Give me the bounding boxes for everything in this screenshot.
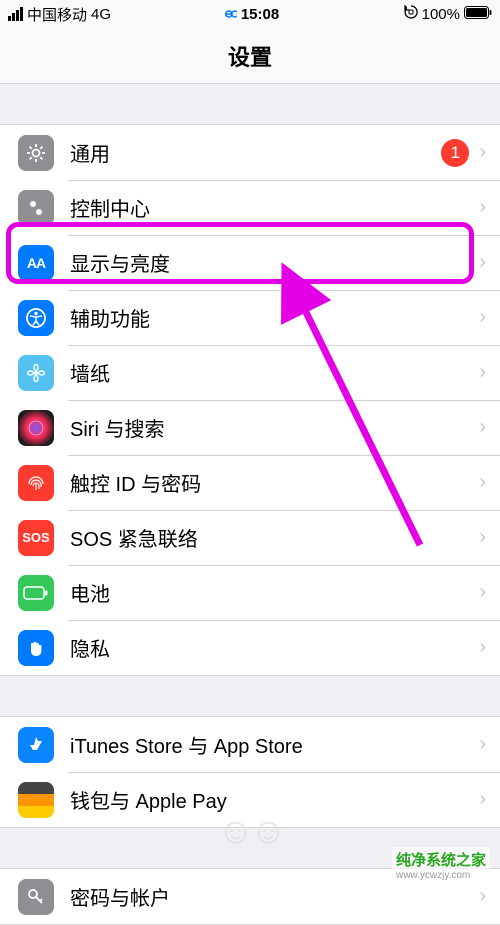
sos-icon: SOS — [18, 520, 54, 556]
gear-icon — [18, 135, 54, 171]
key-icon — [18, 879, 54, 915]
text-size-icon: AA — [18, 245, 54, 281]
watermark: 纯净系统之家 www.ycwzjy.com — [392, 847, 490, 883]
row-label: 墙纸 — [70, 358, 479, 387]
watermark-faces-icon: ☺☺ — [217, 810, 283, 852]
accessibility-icon — [18, 300, 54, 336]
row-touchid-passcode[interactable]: 触控 ID 与密码 › — [0, 455, 500, 510]
carrier-label: 中国移动 — [27, 4, 87, 25]
row-label: 触控 ID 与密码 — [70, 468, 479, 497]
chevron-right-icon: › — [479, 581, 486, 604]
status-left: 中国移动 4G — [8, 4, 111, 25]
time-label: 15:08 — [241, 6, 279, 23]
fingerprint-icon — [18, 465, 54, 501]
row-label: 通用 — [70, 138, 441, 167]
row-label: 密码与帐户 — [70, 882, 479, 911]
watermark-url: www.ycwzjy.com — [396, 870, 486, 881]
chevron-right-icon: › — [479, 526, 486, 549]
signal-icon — [8, 7, 23, 21]
row-accessibility[interactable]: 辅助功能 › — [0, 290, 500, 345]
row-label: iTunes Store 与 App Store — [70, 730, 479, 759]
row-label: 隐私 — [70, 633, 479, 662]
row-label: 电池 — [70, 578, 479, 607]
nav-header: 设置 — [0, 28, 500, 84]
network-label: 4G — [91, 6, 111, 23]
chevron-right-icon: › — [479, 416, 486, 439]
row-general[interactable]: 通用 1 › — [0, 125, 500, 180]
row-label: Siri 与搜索 — [70, 413, 479, 442]
row-display-brightness[interactable]: AA 显示与亮度 › — [0, 235, 500, 290]
flower-icon — [18, 355, 54, 391]
sliders-icon — [18, 190, 54, 226]
chevron-right-icon: › — [479, 788, 486, 811]
orientation-lock-icon — [404, 5, 418, 23]
settings-group-1: 通用 1 › 控制中心 › AA 显示与亮度 › 辅助功能 › 墙纸 › Sir… — [0, 124, 500, 676]
row-wallpaper[interactable]: 墙纸 › — [0, 345, 500, 400]
row-privacy[interactable]: 隐私 › — [0, 620, 500, 675]
group-spacer — [0, 676, 500, 716]
row-label: SOS 紧急联络 — [70, 523, 479, 552]
row-siri-search[interactable]: Siri 与搜索 › — [0, 400, 500, 455]
battery-label: 100% — [422, 6, 460, 23]
hotspot-icon — [221, 6, 237, 23]
siri-icon — [18, 410, 54, 446]
badge: 1 — [441, 139, 469, 167]
chevron-right-icon: › — [479, 885, 486, 908]
row-label: 控制中心 — [70, 193, 479, 222]
chevron-right-icon: › — [479, 141, 486, 164]
row-itunes-appstore[interactable]: iTunes Store 与 App Store › — [0, 717, 500, 772]
chevron-right-icon: › — [479, 636, 486, 659]
page-title: 设置 — [228, 40, 272, 72]
chevron-right-icon: › — [479, 733, 486, 756]
status-center: 15:08 — [221, 6, 279, 23]
chevron-right-icon: › — [479, 251, 486, 274]
row-control-center[interactable]: 控制中心 › — [0, 180, 500, 235]
row-sos[interactable]: SOS SOS 紧急联络 › — [0, 510, 500, 565]
row-battery[interactable]: 电池 › — [0, 565, 500, 620]
status-bar: 中国移动 4G 15:08 100% — [0, 0, 500, 28]
status-right: 100% — [404, 5, 492, 23]
watermark-text: 纯净系统之家 — [396, 852, 486, 869]
chevron-right-icon: › — [479, 306, 486, 329]
chevron-right-icon: › — [479, 471, 486, 494]
row-label: 显示与亮度 — [70, 248, 479, 277]
chevron-right-icon: › — [479, 361, 486, 384]
appstore-icon — [18, 727, 54, 763]
battery-icon — [464, 6, 492, 23]
group-spacer — [0, 84, 500, 124]
chevron-right-icon: › — [479, 196, 486, 219]
wallet-icon — [18, 782, 54, 818]
battery-icon — [18, 575, 54, 611]
hand-icon — [18, 630, 54, 666]
row-label: 辅助功能 — [70, 303, 479, 332]
